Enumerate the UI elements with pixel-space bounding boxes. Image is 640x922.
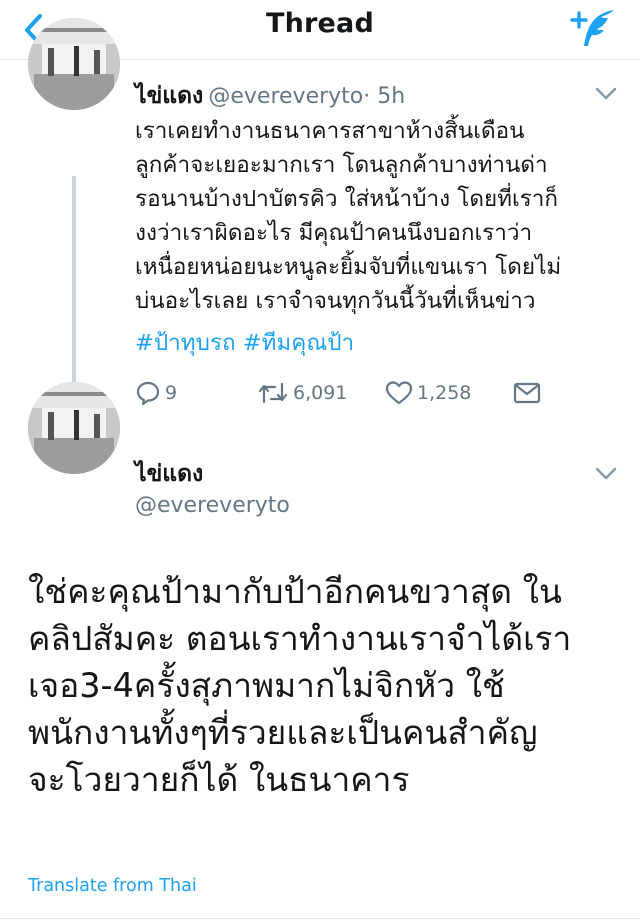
compose-tweet-icon: [570, 10, 614, 46]
tweet-text: เราเคยทำงานธนาคารสาขาห้างสิ้นเดือน ลูกค้…: [135, 118, 562, 314]
author-handle[interactable]: @evereveryto: [208, 84, 363, 109]
tweet-timestamp[interactable]: · 5h: [363, 84, 405, 109]
like-button[interactable]: 1,258: [385, 378, 471, 408]
retweet-icon: [258, 382, 288, 404]
direct-message-button[interactable]: [513, 378, 541, 408]
divider: [0, 918, 640, 919]
chevron-down-icon: [595, 467, 617, 480]
reply-count: 9: [165, 382, 178, 404]
chevron-down-icon: [595, 87, 617, 100]
tweet-actions: 9 6,091 1,258: [135, 378, 555, 408]
envelope-icon: [513, 382, 541, 404]
avatar[interactable]: [28, 382, 120, 474]
tweet-options-button[interactable]: [594, 466, 618, 482]
reply-button[interactable]: 9: [135, 378, 177, 408]
author-handle[interactable]: @evereveryto: [135, 493, 290, 518]
heart-icon: [385, 381, 413, 405]
compose-tweet-button[interactable]: [570, 6, 618, 50]
hashtag-link[interactable]: #ป้าทุบรถ: [135, 330, 236, 356]
hashtag-link[interactable]: #ทีมคุณป้า: [243, 330, 354, 356]
tweet-header: ไข่แดง @evereveryto· 5h: [135, 78, 405, 114]
thread-connector-line: [72, 176, 76, 414]
author-name[interactable]: ไข่แดง: [135, 456, 203, 492]
like-count: 1,258: [417, 382, 472, 404]
tweet-options-button[interactable]: [594, 86, 618, 102]
translate-link[interactable]: Translate from Thai: [28, 876, 197, 896]
focused-tweet-text: ใช่คะคุณป้ามากับป้าอีกคนขวาสุด ใน คลิปสั…: [28, 572, 572, 799]
retweet-button[interactable]: 6,091: [257, 378, 347, 408]
author-name[interactable]: ไข่แดง: [135, 83, 203, 109]
profile-photo: [28, 18, 120, 110]
retweet-count: 6,091: [293, 382, 348, 404]
reply-icon: [136, 381, 160, 406]
hashtag-row: #ป้าทุบรถ #ทีมคุณป้า: [135, 326, 354, 360]
profile-photo: [28, 382, 120, 474]
avatar[interactable]: [28, 18, 120, 110]
